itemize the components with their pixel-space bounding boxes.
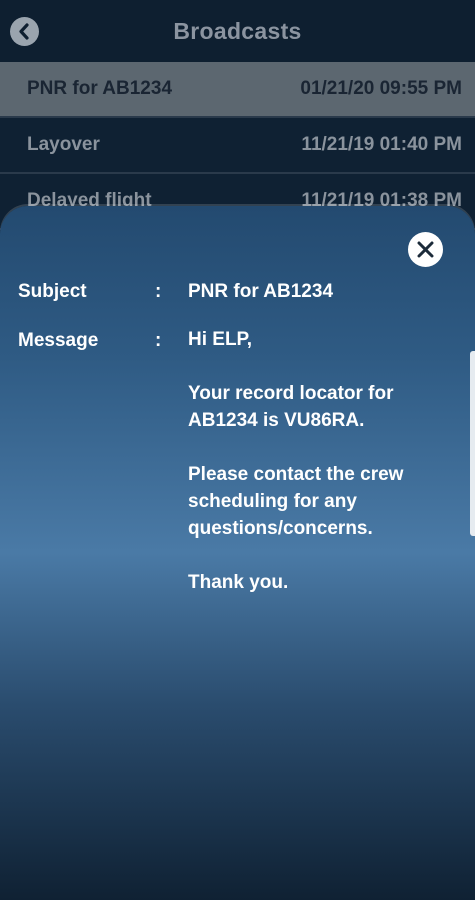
broadcast-subject: PNR for AB1234 (27, 78, 173, 99)
page-title: Broadcasts (173, 18, 302, 44)
broadcast-row[interactable]: PNR for AB1234 01/21/20 09:55 PM (0, 62, 475, 118)
subject-value: PNR for AB1234 (188, 281, 334, 302)
subject-label: Subject (18, 281, 87, 302)
message-line: Thank you. (188, 572, 289, 593)
broadcasts-screen: Broadcasts PNR for AB1234 01/21/20 09:55… (0, 0, 475, 900)
message-separator: : (155, 330, 162, 351)
message-label: Message (18, 330, 99, 351)
broadcast-subject: Layover (27, 134, 100, 155)
message-line: Hi ELP, (188, 329, 253, 350)
message-line: Please contact the crew scheduling for a… (188, 464, 404, 539)
broadcast-datetime: 01/21/20 09:55 PM (300, 78, 462, 99)
header-bar: Broadcasts (0, 0, 475, 62)
message-body: Hi ELP, Your record locator for AB1234 i… (188, 326, 448, 623)
close-button[interactable] (408, 232, 443, 267)
broadcast-list: PNR for AB1234 01/21/20 09:55 PM Layover… (0, 62, 475, 230)
close-icon (417, 241, 434, 258)
subject-separator: : (155, 281, 162, 302)
broadcast-detail-modal: Subject : PNR for AB1234 Message : Hi EL… (0, 206, 475, 900)
message-line: Your record locator for AB1234 is VU86RA… (188, 383, 394, 431)
broadcast-row[interactable]: Layover 11/21/19 01:40 PM (0, 118, 475, 174)
broadcast-datetime: 11/21/19 01:40 PM (301, 134, 462, 155)
scrollbar-thumb[interactable] (470, 351, 475, 536)
